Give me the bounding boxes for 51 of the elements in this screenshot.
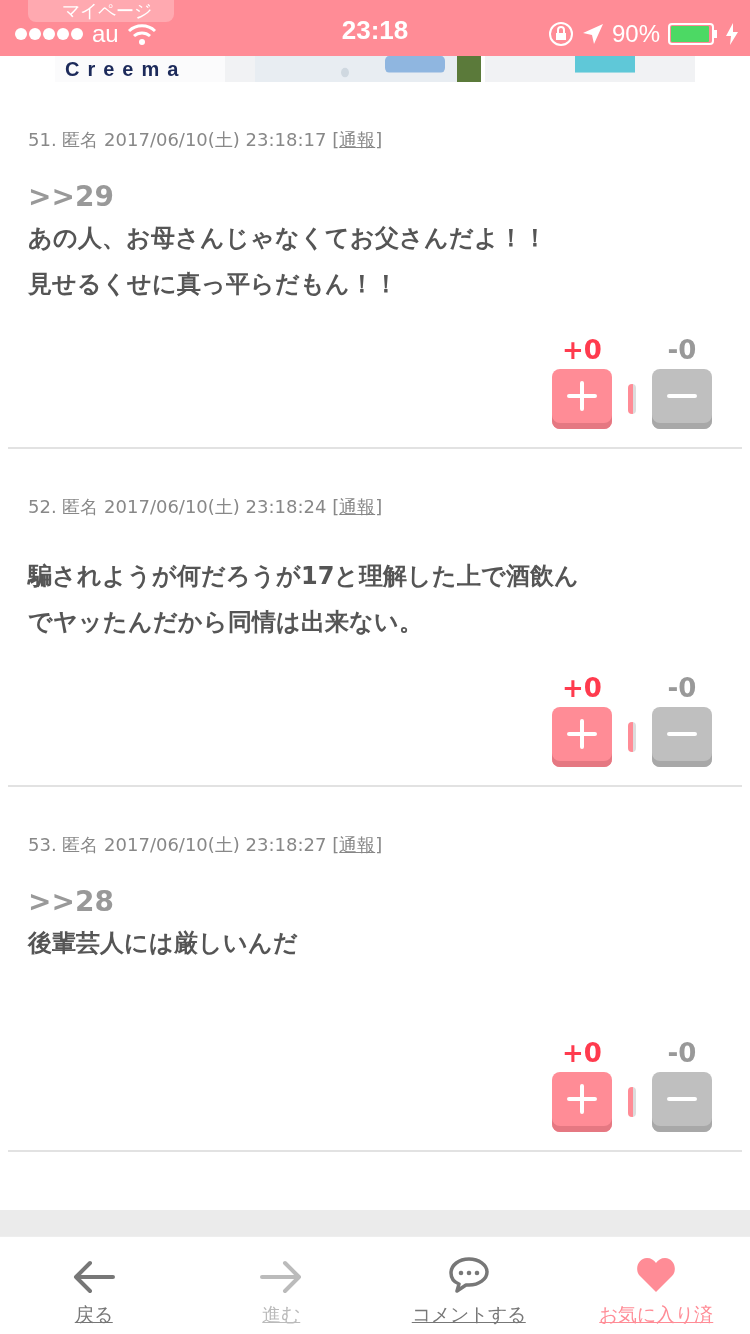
minus-count: -0 (667, 1038, 697, 1068)
reply-anchor-link[interactable]: >>29 (28, 180, 712, 213)
plus-count: +0 (562, 1038, 602, 1068)
minus-count: -0 (667, 335, 697, 365)
minus-count: -0 (667, 673, 697, 703)
comment-text: でヤッたんだから同情は出来ない。 (28, 607, 424, 638)
reply-anchor-link[interactable]: >>28 (28, 885, 712, 918)
wifi-icon (126, 23, 157, 45)
plus-vote-button[interactable] (552, 707, 612, 767)
plus-icon (567, 1084, 597, 1114)
report-link[interactable]: 通報 (339, 496, 376, 517)
minus-vote-button[interactable] (652, 707, 712, 767)
charging-bolt-icon (726, 23, 738, 45)
location-arrow-icon (581, 23, 604, 45)
rotation-lock-icon (547, 21, 574, 47)
plus-vote-button[interactable] (552, 1072, 612, 1132)
tab-bar-item[interactable]: 戻る (0, 1237, 188, 1334)
comment-meta: 51. 匿名 2017/06/10(土) 23:18:17 [通報] (28, 128, 384, 152)
comment-text: 騙されようが何だろうが17と理解した上で酒飲ん (28, 561, 581, 592)
carrier-name: au (92, 20, 119, 48)
battery-icon (668, 23, 718, 45)
back-arrow-icon (72, 1260, 115, 1294)
plus-count: +0 (562, 335, 602, 365)
vote-ratio-bar (628, 722, 636, 752)
minus-icon (667, 731, 697, 737)
battery-percent: 90% (611, 20, 660, 48)
plus-vote-button[interactable] (552, 369, 612, 429)
tab-bar-item[interactable]: コメントする (375, 1237, 563, 1334)
minus-vote-button[interactable] (652, 369, 712, 429)
comment-text: 後輩芸人には厳しいんだ (28, 928, 299, 959)
vote-ratio-bar (628, 1087, 636, 1117)
speech-bubble-icon (447, 1256, 490, 1294)
report-link[interactable]: 通報 (339, 129, 376, 150)
forward-arrow-icon (260, 1260, 303, 1294)
plus-icon (567, 719, 597, 749)
comment-meta: 53. 匿名 2017/06/10(土) 23:18:27 [通報] (28, 833, 384, 857)
heart-icon (635, 1256, 678, 1294)
minus-icon (667, 1096, 697, 1102)
tab-bar-item[interactable]: お気に入り済 (562, 1237, 750, 1334)
comment-meta: 52. 匿名 2017/06/10(土) 23:18:24 [通報] (28, 495, 384, 519)
comment-text: あの人、お母さんじゃなくてお父さんだよ！！ (28, 223, 548, 254)
vote-ratio-bar (628, 384, 636, 414)
minus-vote-button[interactable] (652, 1072, 712, 1132)
comment-text: 見せるくせに真っ平らだもん！！ (28, 269, 399, 300)
clock-time: 23:18 (341, 15, 409, 46)
plus-count: +0 (562, 673, 602, 703)
report-link[interactable]: 通報 (339, 834, 376, 855)
minus-icon (667, 393, 697, 399)
plus-icon (567, 381, 597, 411)
banner-logo: Creema (65, 57, 187, 81)
signal-dots-icon (14, 27, 84, 41)
